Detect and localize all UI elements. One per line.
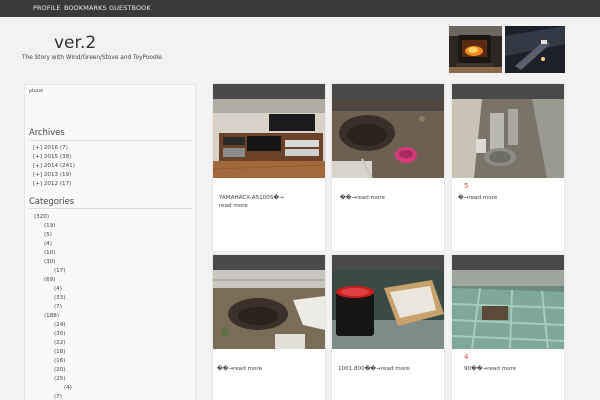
read-more-link[interactable]: �→read more — [458, 195, 497, 201]
read-more-link[interactable]: 1001,800��→read more — [338, 366, 410, 372]
archive-item[interactable]: [+] 2013 (19) — [33, 172, 71, 178]
card-header-bar — [452, 84, 564, 99]
paint-box-photo[interactable] — [332, 270, 444, 349]
category-item[interactable]: (16) — [54, 358, 65, 364]
sidebar: ptszvt Archives [+] 2016 (7) [+] 2015 (3… — [24, 84, 196, 400]
category-item[interactable]: (17) — [54, 268, 65, 274]
category-item[interactable]: (7) — [54, 394, 62, 400]
stove-night-photo[interactable] — [505, 26, 565, 73]
post-excerpt: �→read more — [458, 194, 497, 202]
nav-bookmarks-link[interactable]: BOOKMARKS — [64, 4, 107, 12]
category-item[interactable]: (69) — [44, 277, 55, 283]
category-item[interactable]: (22) — [54, 340, 65, 346]
tile-garden-photo[interactable] — [452, 270, 564, 349]
category-item[interactable]: (33) — [54, 295, 65, 301]
post-card[interactable]: 4 90��→read more — [452, 255, 564, 400]
category-item[interactable]: (30) — [54, 331, 65, 337]
post-card[interactable]: YAMAHACX-A5100S�→ read more — [213, 84, 325, 251]
category-item[interactable]: (4) — [64, 385, 72, 391]
archive-item[interactable]: [+] 2016 (7) — [33, 145, 68, 151]
card-header-bar — [213, 84, 325, 99]
post-excerpt: 1001,800��→read more — [338, 365, 410, 373]
post-excerpt-line[interactable]: YAMAHACX-A5100S�→ — [219, 195, 284, 201]
nav-guestbook-link[interactable]: GUESTBOOK — [109, 4, 151, 12]
card-header-bar — [332, 255, 444, 270]
category-item[interactable]: (24) — [54, 322, 65, 328]
archive-item[interactable]: [+] 2014 (241) — [33, 163, 75, 169]
post-number: 4 — [464, 353, 469, 361]
card-header-bar — [332, 84, 444, 99]
divider — [29, 208, 193, 209]
archive-item[interactable]: [+] 2012 (17) — [33, 181, 71, 187]
card-header-bar — [452, 255, 564, 270]
post-card[interactable]: 1001,800��→read more — [332, 255, 444, 400]
read-more-link[interactable]: ��→read more — [340, 195, 385, 201]
category-item[interactable]: (25) — [54, 376, 65, 382]
garden-stones-photo[interactable] — [452, 99, 564, 178]
category-item[interactable]: (320) — [34, 214, 49, 220]
category-item[interactable]: (18) — [54, 349, 65, 355]
archives-heading: Archives — [29, 127, 65, 137]
category-item[interactable]: (7) — [54, 304, 62, 310]
category-item[interactable]: (4) — [54, 286, 62, 292]
post-excerpt: 90��→read more — [464, 365, 516, 373]
read-more-link[interactable]: ��→read more — [217, 366, 262, 372]
post-card[interactable]: ��→read more — [213, 255, 325, 400]
post-card[interactable]: 5 �→read more — [452, 84, 564, 251]
stove-photo[interactable] — [449, 26, 502, 73]
post-excerpt: ��→read more — [340, 194, 385, 202]
archive-item[interactable]: [+] 2015 (38) — [33, 154, 71, 160]
category-item[interactable]: (10) — [44, 250, 55, 256]
top-nav: PROFILE BOOKMARKS GUESTBOOK — [0, 0, 600, 17]
site-title[interactable]: ver.2 — [54, 33, 96, 53]
post-excerpt: ��→read more — [217, 365, 262, 373]
category-item[interactable]: (5) — [44, 232, 52, 238]
tv-cabinet-photo[interactable] — [213, 99, 325, 178]
site-description: The Story with Wind/Green/Stove and ToyP… — [22, 55, 162, 61]
category-item[interactable]: (19) — [44, 223, 55, 229]
read-more-link[interactable]: 90��→read more — [464, 366, 516, 372]
post-number: 5 — [464, 182, 469, 190]
garden-hole-photo[interactable] — [213, 270, 325, 349]
dirt-hole-photo[interactable] — [332, 99, 444, 178]
post-excerpt: YAMAHACX-A5100S�→ read more — [219, 194, 284, 210]
nav-profile-link[interactable]: PROFILE — [33, 4, 61, 12]
post-card[interactable]: ��→read more — [332, 84, 444, 251]
categories-heading: Categories — [29, 196, 75, 206]
card-header-bar — [213, 255, 325, 270]
divider — [29, 140, 193, 141]
category-item[interactable]: (20) — [54, 367, 65, 373]
category-item[interactable]: (30) — [44, 259, 55, 265]
category-item[interactable]: (188) — [44, 313, 59, 319]
category-item[interactable]: (4) — [44, 241, 52, 247]
sidebar-note: ptszvt — [29, 89, 44, 94]
read-more-link[interactable]: read more — [219, 203, 248, 209]
